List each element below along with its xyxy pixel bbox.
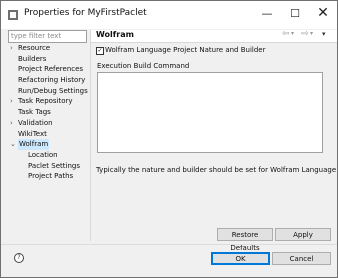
- properties-icon: [8, 10, 18, 20]
- close-button[interactable]: ✕: [310, 4, 336, 24]
- page-title: Wolfram: [96, 30, 134, 39]
- nature-builder-note: Typically the nature and builder should …: [96, 166, 338, 174]
- tree-item-validation[interactable]: › Validation: [8, 118, 90, 129]
- maximize-button[interactable]: ☐: [282, 4, 308, 24]
- chevron-down-icon[interactable]: ⌄: [10, 139, 17, 150]
- tree-item-project-paths[interactable]: Project Paths: [8, 171, 90, 182]
- tree-item-label: Validation: [18, 118, 53, 127]
- nature-builder-checkbox[interactable]: ✓: [96, 47, 104, 55]
- help-icon[interactable]: ?: [14, 253, 24, 263]
- back-dropdown-icon[interactable]: ▾: [291, 30, 294, 37]
- tree-item-task-repository[interactable]: › Task Repository: [8, 96, 90, 107]
- filter-input[interactable]: type filter text: [8, 30, 87, 43]
- execution-build-command-label: Execution Build Command: [97, 62, 190, 70]
- tree-item-label: Paclet Settings: [28, 161, 80, 170]
- tree-item-label: Wolfram: [18, 139, 50, 150]
- tree-item-label: Task Repository: [18, 97, 73, 106]
- restore-defaults-button[interactable]: Restore Defaults: [217, 228, 273, 252]
- back-arrow-icon[interactable]: ⇦: [282, 29, 290, 39]
- category-tree: › Resource Builders Project References R…: [8, 43, 90, 182]
- title-bar: Properties for MyFirstPaclet — ☐ ✕: [1, 1, 337, 29]
- tree-item-label: WikiText: [18, 129, 47, 138]
- tree-item-wikitext[interactable]: WikiText: [8, 129, 90, 140]
- minimize-button[interactable]: —: [254, 4, 280, 24]
- window-title: Properties for MyFirstPaclet: [24, 8, 147, 18]
- tree-item-label: Location: [28, 150, 58, 159]
- nature-builder-label[interactable]: Wolfram Language Project Nature and Buil…: [105, 46, 265, 54]
- tree-item-refactoring-history[interactable]: Refactoring History: [8, 75, 90, 86]
- tree-item-paclet-settings[interactable]: Paclet Settings: [8, 161, 90, 172]
- tree-item-resource[interactable]: › Resource: [8, 43, 90, 54]
- cancel-button[interactable]: Cancel: [272, 252, 331, 265]
- apply-button[interactable]: Apply: [275, 228, 331, 241]
- ok-button[interactable]: OK: [211, 252, 270, 265]
- header-divider: [91, 42, 337, 43]
- tree-item-label: Project Paths: [28, 172, 74, 181]
- tree-item-task-tags[interactable]: Task Tags: [8, 107, 90, 118]
- tree-item-label: Run/Debug Settings: [18, 86, 88, 95]
- forward-dropdown-icon[interactable]: ▾: [310, 30, 313, 37]
- tree-item-label: Resource: [18, 44, 51, 52]
- tree-item-project-references[interactable]: Project References: [8, 64, 90, 75]
- tree-item-label: Task Tags: [18, 108, 51, 117]
- tree-item-label: Builders: [18, 54, 47, 63]
- tree-item-location[interactable]: Location: [8, 150, 90, 161]
- chevron-right-icon[interactable]: ›: [10, 43, 17, 54]
- sash-divider[interactable]: [90, 30, 91, 241]
- tree-item-run-debug-settings[interactable]: Run/Debug Settings: [8, 86, 90, 97]
- properties-dialog: Properties for MyFirstPaclet — ☐ ✕ type …: [0, 0, 338, 278]
- view-menu-icon[interactable]: ▾: [322, 30, 326, 38]
- chevron-right-icon[interactable]: ›: [10, 96, 17, 107]
- tree-item-builders[interactable]: Builders: [8, 54, 90, 65]
- chevron-right-icon[interactable]: ›: [10, 118, 17, 129]
- tree-item-wolfram[interactable]: ⌄ Wolfram: [8, 139, 90, 150]
- tree-item-label: Refactoring History: [18, 76, 86, 85]
- execution-build-command-field[interactable]: [97, 72, 323, 153]
- forward-arrow-icon[interactable]: ⇨: [301, 29, 309, 39]
- tree-item-label: Project References: [18, 65, 84, 74]
- button-bar-divider: [1, 244, 337, 245]
